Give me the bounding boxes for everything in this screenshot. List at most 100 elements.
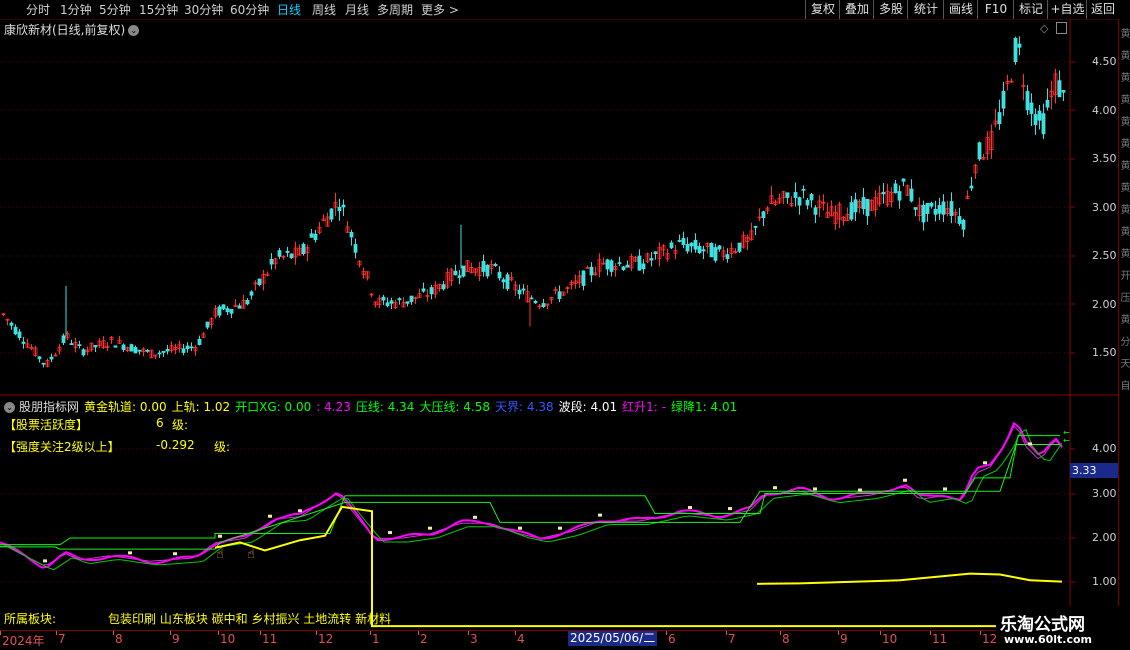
date-tick — [838, 631, 839, 635]
toolbar-button-5[interactable]: F10 — [977, 0, 1014, 19]
indicator-marker — [173, 552, 177, 556]
side-label: 黄 — [1120, 51, 1130, 62]
candle-body — [881, 191, 886, 195]
candle-body — [225, 308, 230, 313]
candle-body — [301, 244, 306, 254]
activity-unit: 级: — [172, 418, 189, 432]
indicator-step-line — [0, 435, 1060, 546]
indicator-marker — [903, 478, 907, 482]
strength-label: 【强度关注2级以上】 — [4, 440, 120, 454]
indicator-name[interactable]: 股朋指标网 — [19, 400, 79, 414]
date-cursor-highlight: 2025/05/06/二 — [568, 631, 658, 646]
toolbar-button-3[interactable]: 统计 — [907, 0, 944, 19]
candle-body — [897, 191, 902, 201]
candle-body — [157, 352, 162, 355]
toolbar-button-7[interactable]: +自选 — [1047, 0, 1087, 19]
side-panel: 黄黄黄黄黄黄黄黄黄黄黄开压黄分天自 — [1118, 19, 1130, 629]
candle-body — [429, 287, 434, 295]
candle-body — [285, 250, 290, 253]
candle-body — [1037, 110, 1042, 121]
candle-body — [957, 216, 962, 224]
date-tick — [930, 631, 931, 635]
period-tab-0[interactable]: 分时 — [26, 1, 50, 18]
date-label: 10 — [882, 632, 898, 646]
candle-body — [337, 206, 342, 212]
candle-body — [309, 233, 314, 238]
candle-body — [617, 262, 622, 265]
toolbar-button-4[interactable]: 画线 — [943, 0, 978, 19]
candle-body — [865, 198, 870, 217]
sector-values: 包装印刷 山东板块 碳中和 乡村振兴 土地流转 新材料 — [108, 612, 392, 626]
indicator-value-6: 天界: 4.38 — [495, 400, 554, 414]
candle-body — [849, 202, 854, 220]
hand-icon: ☝ — [247, 547, 255, 562]
toolbar-button-1[interactable]: 叠加 — [839, 0, 874, 19]
date-tick — [980, 631, 981, 635]
indicator-marker — [858, 488, 862, 492]
period-tab-9[interactable]: 多周期 — [377, 1, 413, 18]
date-label: 11 — [262, 632, 278, 646]
chevron-down-icon[interactable]: ⌄ — [4, 402, 15, 413]
date-tick — [515, 631, 516, 635]
candle-body — [145, 349, 150, 352]
candle-body — [501, 279, 506, 283]
candle-body — [389, 300, 394, 304]
date-tick — [113, 631, 114, 635]
date-tick — [260, 631, 261, 635]
candle-body — [893, 183, 898, 194]
period-tab-2[interactable]: 5分钟 — [99, 1, 131, 18]
candle-body — [197, 338, 202, 345]
candle-body — [185, 345, 190, 350]
date-label: 2024年 — [2, 634, 45, 648]
date-tick — [780, 631, 781, 635]
candle-body — [637, 255, 642, 271]
candle-body — [653, 251, 658, 254]
candle-body — [1045, 99, 1050, 108]
candle-body — [541, 303, 546, 308]
candle-body — [245, 300, 250, 305]
candle-body — [753, 225, 758, 228]
period-tab-7[interactable]: 周线 — [312, 1, 336, 18]
candle-body — [697, 246, 702, 254]
indicator-value-2: 开口XG: 0.00 — [235, 400, 312, 414]
candle-body — [605, 259, 610, 270]
candle-body — [1001, 90, 1006, 109]
indicator-marker — [728, 507, 732, 511]
candle-body — [121, 344, 126, 350]
side-label: 天 — [1120, 359, 1130, 370]
period-tab-3[interactable]: 15分钟 — [139, 1, 178, 18]
period-tab-1[interactable]: 1分钟 — [60, 1, 92, 18]
candle-body — [37, 356, 42, 360]
candle-body — [137, 349, 142, 352]
date-tick — [468, 631, 469, 635]
candle-body — [997, 112, 1002, 125]
side-label: 黄 — [1120, 227, 1130, 238]
indicator-header: ⌄ 股朋指标网 黄金轨道: 0.00 上轨: 1.02 开口XG: 0.00: 4.23… — [4, 398, 747, 415]
candle-body — [581, 270, 586, 286]
candle-body — [93, 345, 98, 348]
candle-body — [805, 199, 810, 206]
candle-body — [725, 254, 730, 259]
candle-body — [441, 284, 446, 290]
date-label: 1 — [372, 632, 380, 646]
candle-body — [229, 308, 234, 314]
candle-body — [737, 242, 742, 252]
period-tab-8[interactable]: 月线 — [345, 1, 369, 18]
watermark: 乐淘公式网 www.60lt.com — [996, 606, 1130, 650]
candle-body — [493, 264, 498, 266]
period-tab-4[interactable]: 30分钟 — [184, 1, 223, 18]
toolbar-button-6[interactable]: 标记 — [1013, 0, 1048, 19]
toolbar-button-8[interactable]: 返回 — [1086, 0, 1119, 19]
period-tab-10[interactable]: 更多 > — [421, 1, 459, 18]
period-tab-5[interactable]: 60分钟 — [230, 1, 269, 18]
toolbar-button-2[interactable]: 多股 — [873, 0, 908, 19]
indicator-value-5: 大压线: 4.58 — [419, 400, 491, 414]
candle-body — [189, 346, 194, 349]
period-tab-6[interactable]: 日线 — [277, 1, 301, 18]
candle-body — [269, 258, 274, 265]
toolbar-button-0[interactable]: 复权 — [805, 0, 840, 19]
candle-body — [713, 247, 718, 261]
hand-icon: ☝ — [216, 547, 224, 562]
candle-body — [685, 244, 690, 252]
candle-body — [129, 344, 134, 352]
